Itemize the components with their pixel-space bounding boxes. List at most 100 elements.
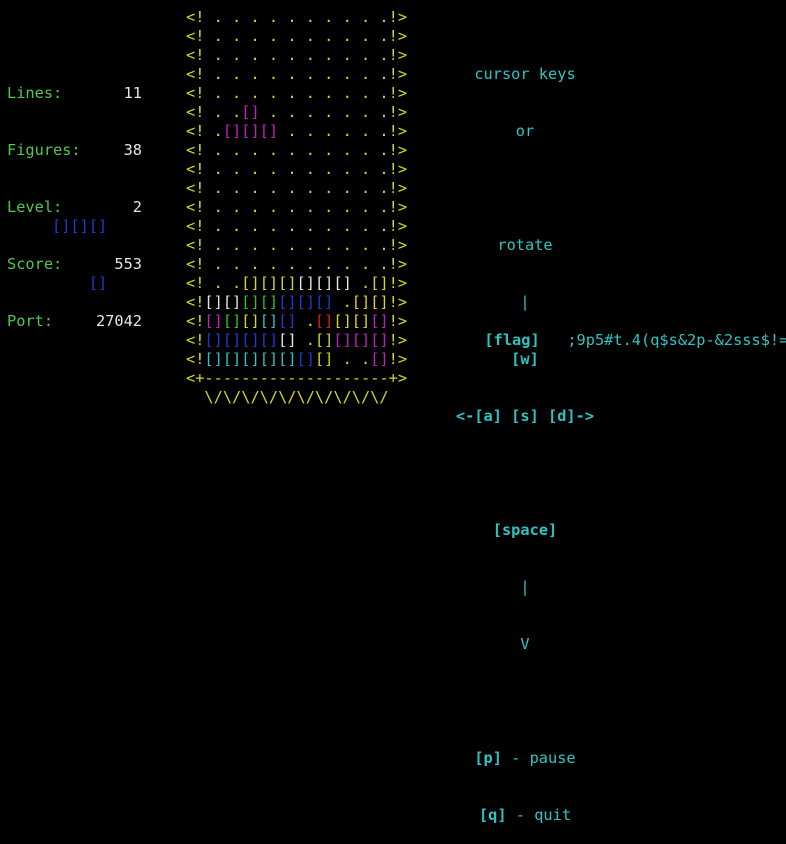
stat-score-value: 553 (114, 255, 142, 273)
help-rotate: rotate (497, 236, 553, 254)
board-block: [] (241, 312, 260, 330)
board-cell-empty: . (296, 255, 315, 273)
board-cell-empty: . (333, 27, 352, 45)
board-cell-empty: . (370, 84, 389, 102)
board-cell-empty: . (278, 255, 297, 273)
board-right-wall: !> (388, 350, 408, 368)
next-piece-row: [][][] (52, 217, 108, 235)
board-cell-empty: . (278, 122, 297, 140)
help-pause: [p] - pause (440, 749, 610, 768)
board-right-wall: !> (388, 27, 408, 45)
board-cell-empty: . (222, 255, 242, 273)
board-cell-empty: . (296, 8, 315, 26)
stat-port: Port: 27042 (7, 312, 142, 331)
board-block: [] (370, 331, 389, 349)
board-block: [] (314, 274, 334, 292)
board-cell-empty: . (296, 84, 315, 102)
board-cell-empty: . (370, 236, 389, 254)
board-cell-empty: . (351, 27, 371, 45)
board-block: [] (370, 312, 389, 330)
key-asd: <-[a] [s] [d]-> (455, 407, 595, 425)
board-cell-empty: . (278, 27, 297, 45)
board-block: [] (204, 331, 223, 349)
board-row: <! . . . . . . . . . .!> (186, 236, 407, 255)
board-cell-empty: . (351, 274, 371, 292)
board-cell-empty: . (222, 274, 242, 292)
board-cell-empty: . (333, 103, 352, 121)
board-right-wall: !> (388, 198, 408, 216)
board-cell-empty: . (314, 255, 334, 273)
board-cell-empty: . (370, 122, 389, 140)
board-cell-empty: . (370, 141, 389, 159)
board-row: <! . . . . . . . . . .!> (186, 46, 407, 65)
controls-help: cursor keys or rotate | [w] <-[a] [s] [d… (440, 27, 610, 844)
board-row: <! . . . . . . . . . .!> (186, 160, 407, 179)
board-cell-empty: . (296, 141, 315, 159)
board-right-wall: !> (388, 217, 408, 235)
flag-line: [flag] ;9p5#t.4(q$s&2p-&2sss$!= (466, 312, 786, 350)
board-cell-empty: . (314, 160, 334, 178)
board-cell-empty: . (333, 84, 352, 102)
board-cell-empty: . (370, 179, 389, 197)
board-cell-empty: . (241, 198, 260, 216)
board-block: [] (259, 122, 279, 140)
board-block: [] (241, 274, 260, 292)
board-row: <! . . . . . . . . . .!> (186, 179, 407, 198)
board-cell-empty: . (351, 350, 371, 368)
board-row: <! . . . . . . . . . .!> (186, 217, 407, 236)
board-block: [] (259, 293, 279, 311)
board-cell-empty: . (351, 179, 371, 197)
board-left-wall: <! (186, 122, 205, 140)
board-cell-empty: . (204, 65, 223, 83)
help-or: or (515, 122, 535, 140)
stat-port-value: 27042 (95, 312, 142, 330)
board-row: <! . . . . . . . . . .!> (186, 8, 407, 27)
board-cell-empty: . (314, 46, 334, 64)
board-cell-empty: . (241, 179, 260, 197)
board-cell-empty: . (333, 198, 352, 216)
board-block: [] (351, 331, 371, 349)
board-cell-empty: . (241, 160, 260, 178)
board-cell-empty: . (259, 103, 279, 121)
board-cell-empty: . (222, 84, 242, 102)
board-cell-empty: . (241, 84, 260, 102)
board-right-wall: !> (388, 122, 408, 140)
board-cell-empty: . (370, 46, 389, 64)
board-cell-empty: . (241, 27, 260, 45)
board-cell-empty: . (370, 103, 389, 121)
help-spacer (440, 692, 610, 711)
stat-figures-value: 38 (123, 141, 142, 159)
board-cell-empty: . (259, 236, 279, 254)
board-block: [] (314, 293, 334, 311)
board-cell-empty: . (241, 141, 260, 159)
board-cell-empty: . (314, 103, 334, 121)
board-right-wall: !> (388, 65, 408, 83)
board-cell-empty: . (314, 65, 334, 83)
board-cell-empty: . (370, 255, 389, 273)
help-quit: [q] - quit (440, 806, 610, 825)
board-cell-empty: . (204, 217, 223, 235)
board-cell-empty: . (296, 122, 315, 140)
board-cell-empty: . (370, 8, 389, 26)
board-row: <! . .[] . . . . . . .!> (186, 103, 407, 122)
board-cell-empty: . (222, 236, 242, 254)
board-row: <! . . . . . . . . . .!> (186, 65, 407, 84)
board-cell-empty: . (351, 122, 371, 140)
board-row: <![][][][][][][] . .[]!> (186, 350, 407, 369)
stat-port-label: Port: (7, 312, 54, 330)
board-floor: \/\/\/\/\/\/\/\/\/\/ (204, 388, 389, 406)
board-cell-empty: . (314, 8, 334, 26)
board-cell-empty: . (314, 217, 334, 235)
board-cell-empty: . (296, 312, 315, 330)
board-cell-empty: . (204, 274, 223, 292)
board-left-wall: <! (186, 8, 205, 26)
board-cell-empty: . (370, 217, 389, 235)
board-block: [] (296, 350, 315, 368)
board-block: [] (296, 274, 315, 292)
board-block: [] (222, 331, 242, 349)
board-cell-empty: . (333, 65, 352, 83)
board-block: [] (314, 331, 334, 349)
board-cell-empty: . (204, 122, 223, 140)
board-cell-empty: . (333, 160, 352, 178)
board-block: [] (351, 312, 371, 330)
